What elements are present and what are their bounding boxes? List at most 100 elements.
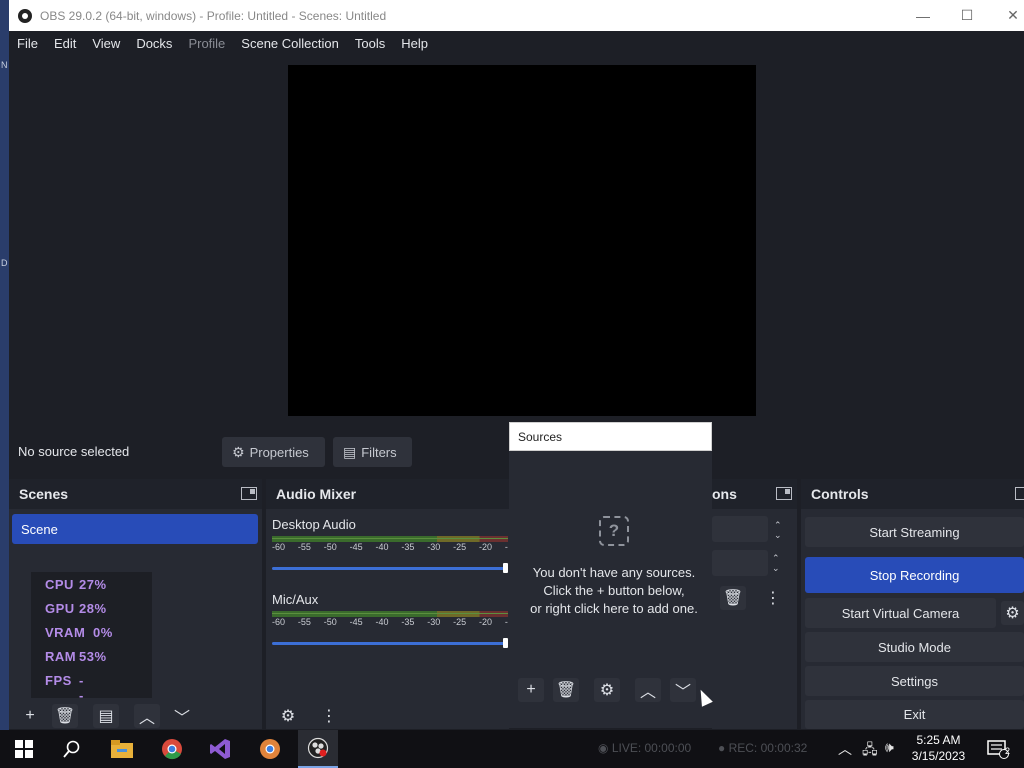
chevron-up-icon: ︿ <box>138 710 155 727</box>
remove-source-button[interactable]: 🗑 <box>553 678 579 702</box>
scene-list-item[interactable]: Scene <box>12 514 258 544</box>
menu-bar: File Edit View Docks Profile Scene Colle… <box>9 31 1024 56</box>
clock-date: 3/15/2023 <box>911 749 966 763</box>
undock-icon[interactable] <box>776 487 792 500</box>
search-icon[interactable] <box>52 730 92 768</box>
trash-icon: 🗑 <box>555 682 577 699</box>
channel-name: Mic/Aux <box>272 592 319 607</box>
scenes-dock-title: Scenes <box>9 479 262 509</box>
advanced-audio-button[interactable]: ⚙ <box>275 704 301 728</box>
stat-ram: RAM 53% <box>45 649 107 664</box>
gear-icon: ⚙ <box>232 443 245 460</box>
title-bar[interactable]: OBS 29.0.2 (64-bit, windows) - Profile: … <box>9 0 1024 31</box>
properties-button[interactable]: ⚙ Properties <box>222 437 325 467</box>
menu-docks[interactable]: Docks <box>128 36 180 51</box>
menu-view[interactable]: View <box>84 36 128 51</box>
chevron-down-icon: ﹀ <box>674 684 691 701</box>
sources-empty-text: or right click here to add one. <box>530 601 698 616</box>
minimize-button[interactable]: — <box>900 0 946 31</box>
stat-vram: VRAM 0% <box>45 625 113 640</box>
menu-edit[interactable]: Edit <box>46 36 84 51</box>
filters-label: Filters <box>361 444 397 460</box>
visual-studio-icon[interactable] <box>200 730 240 768</box>
chromium-browser-icon[interactable] <box>250 730 290 768</box>
transition-select[interactable] <box>712 516 768 542</box>
tray-overflow-icon[interactable]: ︿ <box>838 739 852 759</box>
settings-button[interactable]: Settings <box>805 666 1024 696</box>
more-vertical-icon: ⋮ <box>321 708 337 725</box>
volume-slider[interactable] <box>272 567 506 570</box>
audio-mixer-dock-title: Audio Mixer <box>266 479 509 509</box>
source-properties-button[interactable]: ⚙ <box>594 678 620 702</box>
gears-icon: ⚙ <box>280 708 296 725</box>
filters-button[interactable]: ▤ Filters <box>333 437 412 467</box>
properties-label: Properties <box>249 444 309 460</box>
studio-mode-button[interactable]: Studio Mode <box>805 632 1024 662</box>
transition-menu-button[interactable]: ⋮ <box>760 586 786 610</box>
menu-scene-collection[interactable]: Scene Collection <box>233 36 347 51</box>
menu-profile[interactable]: Profile <box>180 36 233 51</box>
meter-scale: -60 -55 -50 -45 -40 -35 -30 -25 -20- <box>272 617 508 627</box>
sources-dock-title[interactable]: Sources <box>509 422 712 451</box>
add-scene-button[interactable]: + <box>17 704 43 728</box>
audio-menu-button[interactable]: ⋮ <box>316 704 342 728</box>
notification-count: 2 <box>1005 746 1011 756</box>
remove-scene-button[interactable]: 🗑 <box>52 704 78 728</box>
scenes-title: Scenes <box>19 486 69 502</box>
maximize-button[interactable]: ☐ <box>944 0 990 31</box>
taskbar-clock[interactable]: 5:25 AM 3/15/2023 <box>906 732 971 764</box>
scene-down-button[interactable]: ﹀ <box>169 704 195 728</box>
controls-title: Controls <box>811 486 869 502</box>
sources-empty-text: You don't have any sources. <box>532 565 696 580</box>
source-status: No source selected <box>18 444 130 459</box>
network-icon[interactable]: 🖧 <box>862 739 878 763</box>
preview-canvas[interactable] <box>288 65 756 416</box>
start-virtual-camera-button[interactable]: Start Virtual Camera <box>805 598 996 628</box>
sources-title: Sources <box>518 429 563 444</box>
trash-icon: 🗑 <box>722 590 744 607</box>
stat-fps: FPS -- <box>45 673 84 703</box>
menu-file[interactable]: File <box>9 36 46 51</box>
source-up-button[interactable]: ︿ <box>635 678 661 702</box>
obs-logo-icon <box>18 8 32 23</box>
remove-transition-button[interactable]: 🗑 <box>720 586 746 610</box>
obs-taskbar-icon[interactable] <box>298 730 338 768</box>
exit-button[interactable]: Exit <box>805 700 1024 729</box>
virtual-camera-settings-button[interactable]: ⚙ <box>1001 601 1024 625</box>
transitions-title: ons <box>712 486 737 502</box>
chevron-up-icon: ︿ <box>639 684 656 701</box>
filter-icon: ▤ <box>98 708 114 725</box>
menu-tools[interactable]: Tools <box>347 36 393 51</box>
select-arrows-icon: ⌃ ⌄ <box>774 520 782 540</box>
transitions-dock-title: ons <box>712 479 797 509</box>
windows-start-icon[interactable] <box>4 730 44 768</box>
add-source-button[interactable]: + <box>518 678 544 702</box>
source-down-button[interactable]: ﹀ <box>670 678 696 702</box>
window-title: OBS 29.0.2 (64-bit, windows) - Profile: … <box>40 8 387 23</box>
sources-empty-text: Click the + button below, <box>543 583 685 598</box>
stop-recording-button[interactable]: Stop Recording <box>805 557 1024 593</box>
menu-help[interactable]: Help <box>393 36 436 51</box>
spin-arrows-icon[interactable]: ⌃ ⌄ <box>772 553 780 573</box>
desktop-edge: N D <box>0 0 9 768</box>
volume-slider-handle[interactable] <box>503 638 508 648</box>
start-streaming-button[interactable]: Start Streaming <box>805 517 1024 547</box>
scene-filters-button[interactable]: ▤ <box>93 704 119 728</box>
scene-name: Scene <box>21 521 58 537</box>
chrome-icon[interactable] <box>152 730 192 768</box>
duration-field[interactable] <box>712 550 768 576</box>
volume-icon[interactable]: 🕪 <box>885 739 894 756</box>
volume-slider-handle[interactable] <box>503 563 508 573</box>
gear-icon: ⚙ <box>599 682 615 699</box>
plus-icon: + <box>25 707 35 724</box>
trash-icon: 🗑 <box>54 708 76 725</box>
undock-icon[interactable] <box>1015 487 1024 500</box>
question-icon: ? <box>599 516 629 546</box>
volume-slider[interactable] <box>272 642 506 645</box>
close-button[interactable]: ✕ <box>990 0 1024 31</box>
audio-mixer-title: Audio Mixer <box>276 486 357 502</box>
undock-icon[interactable] <box>241 487 257 500</box>
file-explorer-icon[interactable] <box>102 730 142 768</box>
scene-up-button[interactable]: ︿ <box>134 704 160 728</box>
notifications-icon[interactable]: 2 <box>978 730 1018 768</box>
